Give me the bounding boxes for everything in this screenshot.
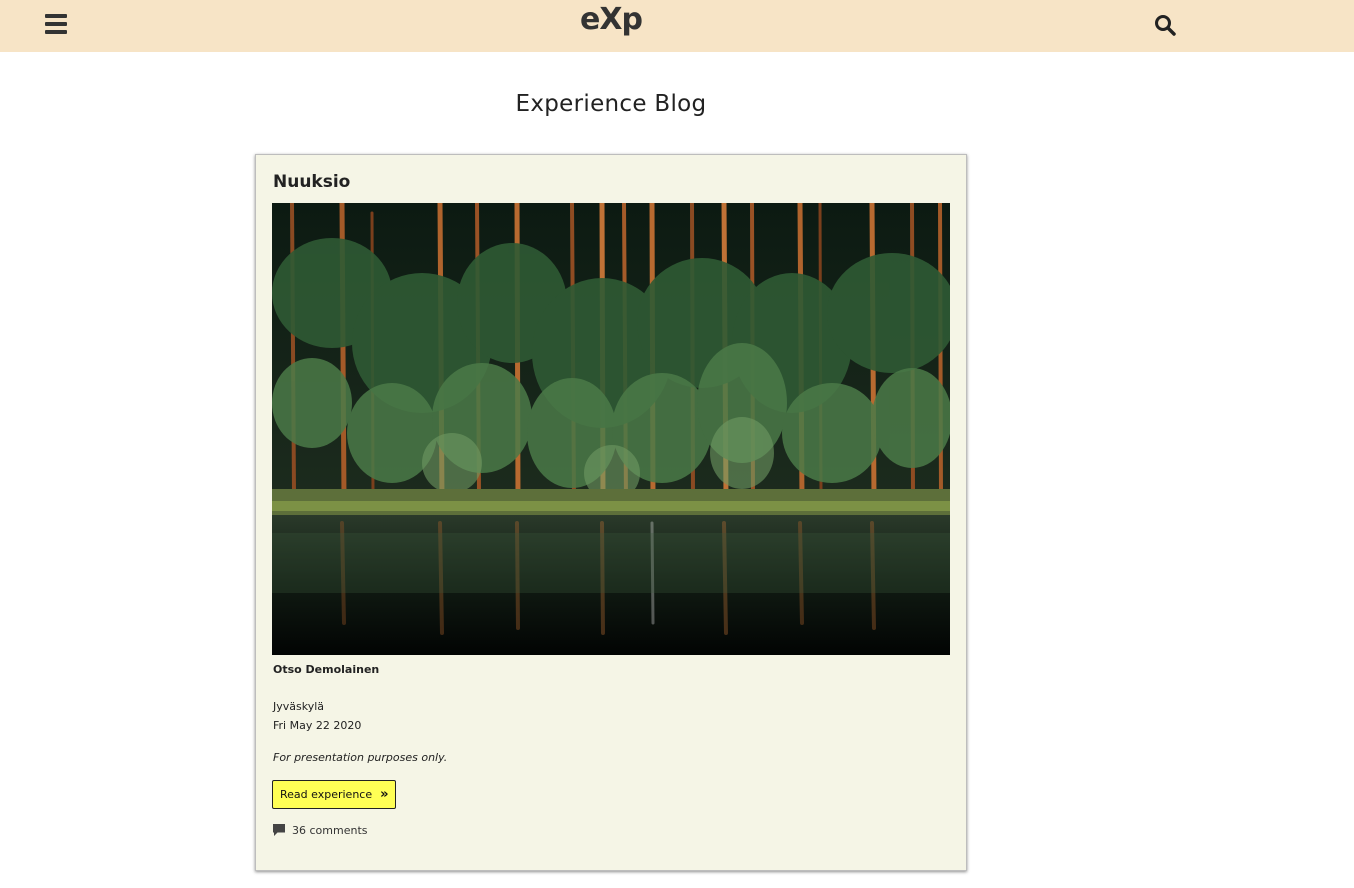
comment-icon: [273, 824, 285, 836]
comments-link[interactable]: 36 comments: [272, 823, 368, 837]
post-date: Fri May 22 2020: [273, 719, 362, 732]
post-author: Otso Demolainen: [273, 663, 380, 676]
double-chevron-right-icon: »: [380, 787, 389, 802]
post-image[interactable]: [272, 203, 950, 655]
top-navigation-bar: eXp: [0, 0, 1354, 52]
search-icon[interactable]: [1153, 13, 1177, 37]
post-title[interactable]: Nuuksio: [273, 172, 350, 192]
post-note: For presentation purposes only.: [273, 751, 448, 764]
read-experience-label: Read experience: [280, 788, 373, 801]
read-experience-button[interactable]: Read experience »: [272, 780, 396, 809]
comments-count: 36 comments: [292, 823, 368, 837]
hamburger-menu-icon[interactable]: [44, 12, 68, 36]
page-title: Experience Blog: [515, 91, 707, 117]
post-location: Jyväskylä: [273, 700, 325, 713]
site-logo[interactable]: eXp: [561, 2, 661, 37]
blog-post-card: Nuuksio Otso Demolainen Jyväskylä Fri Ma…: [255, 154, 967, 871]
